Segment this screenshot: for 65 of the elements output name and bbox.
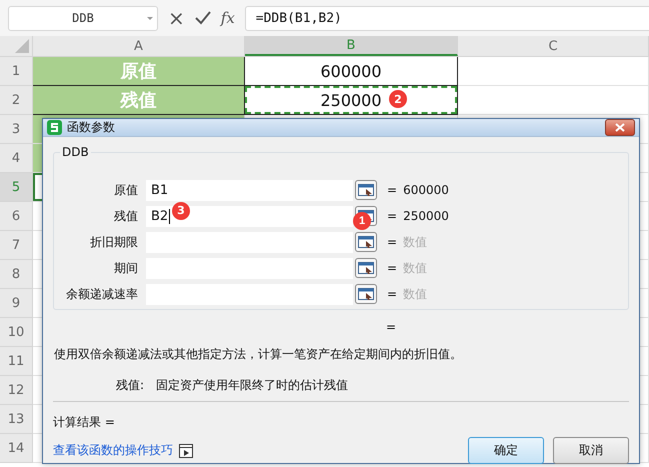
- equals-sign: =: [387, 261, 398, 275]
- app-icon: [47, 120, 62, 135]
- row-header[interactable]: 7: [0, 231, 33, 260]
- row-header[interactable]: 14: [0, 434, 33, 463]
- argument-label: 残值: [113, 208, 139, 224]
- equals-sign: =: [387, 287, 398, 301]
- step-badge: 1: [353, 212, 371, 230]
- argument-label: 折旧期限: [89, 234, 139, 250]
- ok-button[interactable]: 确定: [468, 437, 544, 464]
- formula-field[interactable]: =DDB(B1,B2): [244, 6, 649, 30]
- cancel-button[interactable]: 取消: [553, 437, 629, 464]
- argument-help: 固定资产使用年限终了时的估计残值: [156, 377, 348, 394]
- row-header[interactable]: 3: [0, 115, 33, 144]
- argument-result: 数值: [403, 234, 428, 250]
- argument-field[interactable]: B1: [146, 180, 353, 200]
- cell-text: 原值: [120, 60, 156, 83]
- close-icon: [615, 123, 625, 132]
- row-header[interactable]: 1: [0, 57, 33, 86]
- range-select-button[interactable]: [355, 180, 377, 200]
- equals-sign: =: [387, 209, 398, 223]
- cell-text: 600000: [320, 62, 382, 80]
- row-header[interactable]: 5: [0, 173, 33, 202]
- row-header[interactable]: 6: [0, 202, 33, 231]
- row-header[interactable]: 11: [0, 347, 33, 376]
- group-title: DDB: [61, 145, 90, 159]
- range-select-icon: [358, 262, 374, 274]
- cancel-icon[interactable]: ×: [168, 8, 185, 28]
- argument-label: 期间: [113, 260, 139, 276]
- range-select-icon: [358, 236, 374, 248]
- row-header[interactable]: 12: [0, 376, 33, 405]
- range-select-button[interactable]: [355, 232, 377, 252]
- argument-result: 250000: [403, 209, 449, 223]
- range-select-icon: [358, 184, 374, 196]
- formula-result: =: [386, 320, 398, 334]
- row-header[interactable]: 2: [0, 86, 33, 115]
- row-header[interactable]: 10: [0, 318, 33, 347]
- range-select-icon: [358, 288, 374, 300]
- argument-label: 余额递减速率: [65, 286, 139, 302]
- row-header[interactable]: 13: [0, 405, 33, 434]
- argument-label: 原值: [113, 182, 139, 198]
- argument-name: 残值:: [116, 377, 144, 394]
- row-header[interactable]: 4: [0, 144, 33, 173]
- range-select-button[interactable]: [355, 284, 377, 304]
- argument-result: 600000: [403, 183, 449, 197]
- window-title: 函数参数: [67, 119, 116, 136]
- argument-result: 数值: [403, 260, 428, 276]
- function-button[interactable]: fx: [220, 9, 235, 27]
- equals-sign: =: [387, 235, 398, 249]
- row-header[interactable]: 9: [0, 289, 33, 318]
- range-select-button[interactable]: [355, 258, 377, 278]
- close-button[interactable]: [605, 119, 635, 136]
- cell-text: 残值: [120, 89, 156, 112]
- row-header[interactable]: 8: [0, 260, 33, 289]
- tips-link[interactable]: 查看该函数的操作技巧: [53, 442, 173, 459]
- function-description: 使用双倍余额递减法或其他指定方法，计算一笔资产在给定期间内的折旧值。: [53, 346, 463, 363]
- cell-text: 250000: [320, 90, 382, 110]
- equals-sign: =: [387, 183, 398, 197]
- video-icon[interactable]: [179, 444, 193, 458]
- argument-result: 数值: [403, 286, 428, 302]
- check-icon[interactable]: [194, 11, 211, 25]
- step-badge: 2: [389, 90, 407, 108]
- calculation-result: 计算结果 =: [53, 414, 116, 431]
- name-box[interactable]: DDB: [8, 6, 158, 30]
- step-badge: 3: [172, 202, 190, 220]
- column-header[interactable]: B: [245, 36, 458, 56]
